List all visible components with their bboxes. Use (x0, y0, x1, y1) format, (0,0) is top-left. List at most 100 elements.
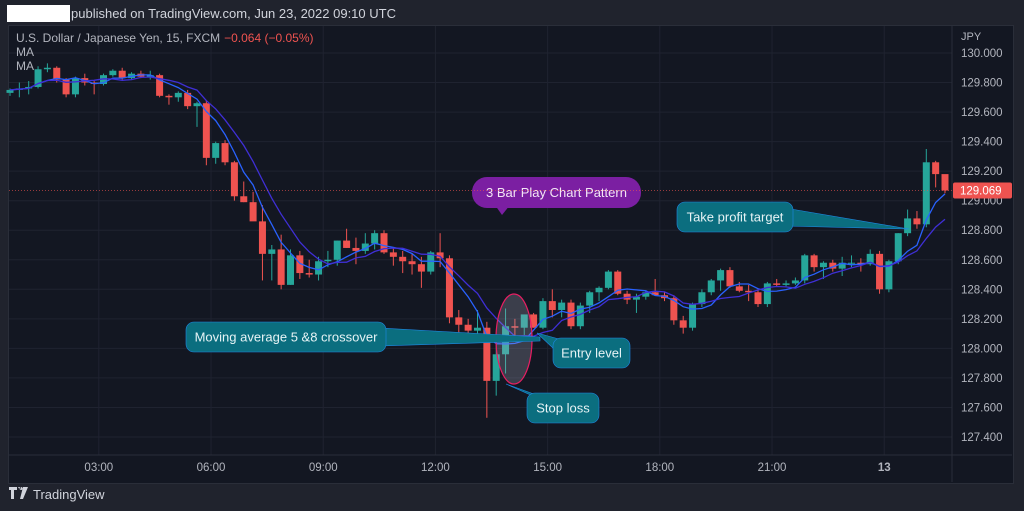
candle (548, 289, 556, 318)
candle (763, 281, 771, 308)
candle-body (763, 283, 771, 305)
candle-body (586, 292, 594, 306)
candle (221, 140, 229, 166)
chart-legend: U.S. Dollar / Japanese Yen, 15, FXCM −0.0… (16, 31, 314, 73)
price-tick-label: 129.200 (961, 166, 1003, 178)
ma-indicator-label[interactable]: MA (16, 45, 314, 59)
candle-body (717, 270, 725, 281)
grid-lines (9, 26, 952, 455)
symbol-title: U.S. Dollar / Japanese Yen, 15, FXCM (16, 31, 221, 45)
candle (230, 160, 238, 201)
candle (380, 230, 388, 254)
candle-body (399, 256, 407, 262)
time-tick-label: 13 (878, 462, 891, 474)
time-tick-label: 03:00 (84, 462, 113, 474)
candle-body (474, 327, 481, 331)
currency-label: JPY (961, 31, 982, 43)
candle-body (193, 103, 201, 107)
candle-body (240, 196, 248, 203)
crossover-callout-text: Moving average 5 &8 crossover (195, 330, 378, 345)
candle (202, 100, 210, 166)
candle-body (389, 252, 397, 257)
candle (165, 94, 173, 105)
candle-body (782, 283, 790, 285)
candle (782, 280, 790, 287)
take-profit-callout-text: Take profit target (687, 210, 784, 225)
candle-body (941, 174, 949, 191)
pattern-callout-text: 3 Bar Play Chart Pattern (486, 185, 627, 200)
price-tick-label: 129.600 (961, 107, 1003, 119)
time-tick-label: 12:00 (421, 462, 450, 474)
candle-body (464, 324, 472, 331)
candle-body (791, 280, 799, 284)
candle-body (287, 255, 294, 285)
candle (62, 78, 70, 98)
candle (399, 250, 407, 274)
candle-body (417, 264, 425, 272)
candle (212, 141, 220, 164)
candle-body (408, 261, 416, 265)
price-tick-label: 127.800 (961, 373, 1003, 385)
candle-body (174, 92, 182, 98)
take-profit-callout[interactable]: Take profit target (676, 201, 910, 233)
candle-body (913, 218, 921, 225)
candle (932, 160, 940, 188)
ma-fast-line (9, 74, 946, 345)
tradingview-branding[interactable]: TradingView (9, 487, 105, 502)
candle (726, 267, 734, 288)
candle (773, 278, 781, 287)
candle-body (212, 143, 220, 158)
brand-name: TradingView (33, 487, 105, 502)
candle (913, 211, 921, 229)
candle-body (277, 249, 285, 285)
candle (71, 76, 79, 98)
price-tick-label: 127.400 (961, 432, 1003, 444)
candle-body (258, 221, 266, 254)
time-axis: 03:00 06:00 09:00 12:00 15:00 18:00 21:00 13 (9, 454, 1012, 474)
candle (567, 299, 575, 330)
candles (6, 63, 949, 418)
stop-loss-callout[interactable]: Stop loss (505, 383, 600, 424)
candle-body (894, 233, 902, 262)
price-change: −0.064 (−0.05%) (224, 31, 314, 45)
stop-loss-callout-text: Stop loss (536, 401, 590, 416)
pattern-callout[interactable]: 3 Bar Play Chart Pattern (472, 177, 641, 215)
candle (707, 278, 715, 296)
price-tick-label: 128.800 (961, 225, 1003, 237)
candle (754, 289, 762, 308)
ma-indicator-label[interactable]: MA (16, 59, 314, 73)
candle-body (707, 280, 715, 293)
candle (810, 253, 818, 272)
candle-body (679, 320, 687, 328)
entry-callout[interactable]: Entry level (536, 332, 631, 369)
candle-body (305, 273, 313, 275)
candle-body (932, 162, 940, 175)
candle-body (848, 262, 855, 264)
candle (474, 309, 481, 336)
candle (698, 289, 706, 308)
candle (240, 181, 248, 203)
candle-body (324, 259, 332, 262)
time-tick-label: 15:00 (533, 462, 562, 474)
candle-body (904, 218, 912, 234)
candlestick-chart[interactable]: 3 Bar Play Chart Pattern Moving average 5… (0, 0, 1024, 511)
candle-body (604, 271, 612, 288)
candle-body (754, 292, 762, 305)
price-tick-label: 129.400 (961, 137, 1003, 149)
price-tick-label: 128.600 (961, 255, 1003, 267)
candle (156, 73, 164, 98)
time-tick-label: 09:00 (309, 462, 338, 474)
candle (445, 255, 453, 324)
candle-body (689, 304, 697, 328)
candle-body (595, 287, 603, 293)
candle-body (71, 78, 79, 95)
candle (604, 270, 612, 290)
candle-body (548, 301, 556, 310)
candle (408, 253, 416, 275)
candle-body (343, 240, 351, 248)
price-tick-label: 128.400 (961, 284, 1003, 296)
time-tick-label: 18:00 (645, 462, 674, 474)
candle-body (567, 302, 575, 327)
candle (558, 299, 566, 318)
candle (801, 253, 809, 284)
